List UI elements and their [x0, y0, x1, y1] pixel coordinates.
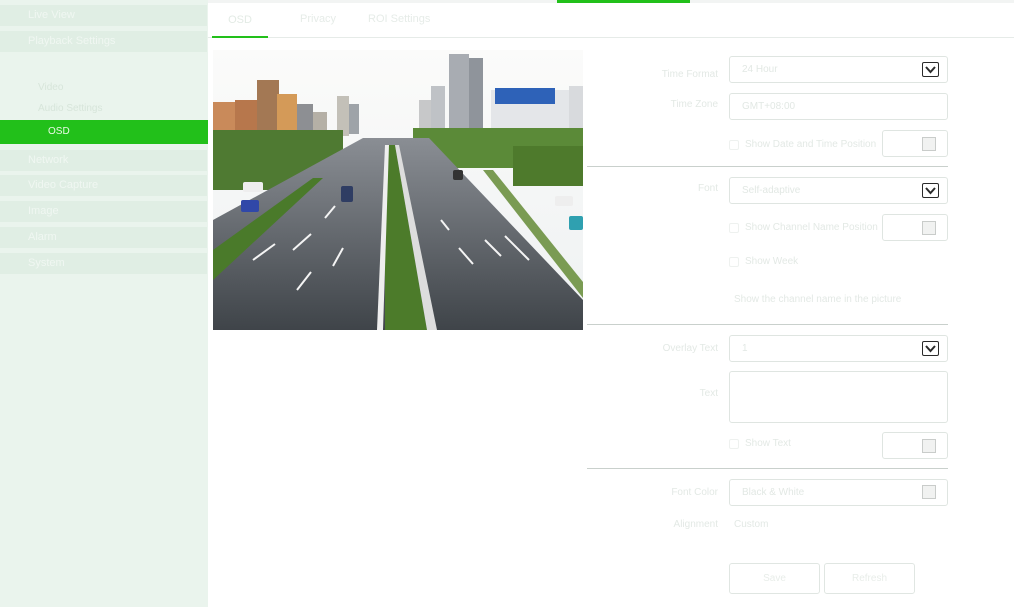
- save-button[interactable]: Save: [729, 563, 820, 594]
- tab-bar: OSD Privacy ROI Settings: [208, 3, 1014, 38]
- show-week-checkbox[interactable]: [729, 256, 739, 267]
- font-color-field[interactable]: Black & White: [729, 479, 948, 506]
- tab-osd[interactable]: OSD: [212, 3, 268, 38]
- font-label: Font: [697, 183, 718, 194]
- font-value: Self-adaptive: [742, 185, 801, 196]
- section-divider: [587, 468, 948, 469]
- sidebar-item-system[interactable]: System: [0, 253, 207, 274]
- font-select[interactable]: Self-adaptive: [729, 177, 948, 204]
- channel-name-color-button[interactable]: [882, 214, 948, 241]
- show-channel-name-checkbox-row[interactable]: Show Channel Name Position: [729, 222, 878, 233]
- sidebar-item-image[interactable]: Image: [0, 201, 207, 222]
- show-date-time-label: Show Date and Time Position: [745, 139, 877, 150]
- text-color-button[interactable]: [882, 432, 948, 459]
- sidebar-subitem-video[interactable]: Video: [38, 82, 63, 93]
- show-week-checkbox-row[interactable]: Show Week: [729, 256, 798, 267]
- overlay-text-textarea[interactable]: [729, 371, 948, 423]
- font-color-value: Black & White: [742, 487, 805, 498]
- show-week-label: Show Week: [745, 256, 799, 267]
- chevron-down-icon: [922, 183, 939, 198]
- chevron-down-icon: [922, 341, 939, 356]
- time-zone-label: Time Zone: [670, 99, 718, 110]
- show-text-label: Show Text: [745, 438, 791, 449]
- channel-name-note: Show the channel name in the picture: [734, 294, 902, 305]
- overlay-text-value: 1: [742, 343, 748, 354]
- tab-roi[interactable]: ROI Settings: [368, 13, 430, 25]
- alignment-label: Alignment: [673, 519, 718, 530]
- sidebar-item-live-view[interactable]: Live View: [0, 5, 207, 26]
- sidebar-subitem-osd[interactable]: OSD: [0, 120, 208, 144]
- camera-preview-image: [213, 50, 583, 330]
- time-format-label: Time Format: [661, 69, 718, 80]
- time-zone-input[interactable]: GMT+08:00: [729, 93, 948, 120]
- alignment-value: Custom: [734, 519, 769, 530]
- font-color-label: Font Color: [671, 487, 718, 498]
- overlay-text-select[interactable]: 1: [729, 335, 948, 362]
- section-divider: [587, 324, 948, 325]
- chevron-down-icon: [922, 62, 939, 77]
- show-date-time-checkbox-row[interactable]: Show Date and Time Position: [729, 139, 876, 150]
- sidebar-item-playback[interactable]: Playback Settings: [0, 31, 207, 52]
- section-divider: [587, 166, 948, 167]
- sidebar-subitem-audio[interactable]: Audio Settings: [38, 103, 103, 114]
- color-swatch-icon: [922, 221, 936, 235]
- color-swatch-icon: [922, 137, 936, 151]
- time-format-select[interactable]: 24 Hour: [729, 56, 948, 83]
- show-channel-name-label: Show Channel Name Position: [745, 222, 878, 233]
- show-date-time-checkbox[interactable]: [729, 139, 739, 150]
- sidebar-item-alarm[interactable]: Alarm: [0, 227, 207, 248]
- show-text-checkbox[interactable]: [729, 438, 739, 449]
- refresh-button[interactable]: Refresh: [824, 563, 915, 594]
- color-swatch-icon: [922, 485, 936, 499]
- show-text-checkbox-row[interactable]: Show Text: [729, 438, 791, 449]
- sidebar-item-video-capture[interactable]: Video Capture: [0, 175, 207, 196]
- text-label: Text: [699, 388, 718, 399]
- sidebar: Live View Playback Settings Video Audio …: [0, 0, 208, 607]
- show-channel-name-checkbox[interactable]: [729, 222, 739, 233]
- color-swatch-icon: [922, 439, 936, 453]
- date-time-color-button[interactable]: [882, 130, 948, 157]
- sidebar-item-network[interactable]: Network: [0, 150, 207, 171]
- tab-privacy[interactable]: Privacy: [300, 13, 336, 25]
- overlay-text-label: Overlay Text: [662, 343, 718, 354]
- time-format-value: 24 Hour: [742, 64, 778, 75]
